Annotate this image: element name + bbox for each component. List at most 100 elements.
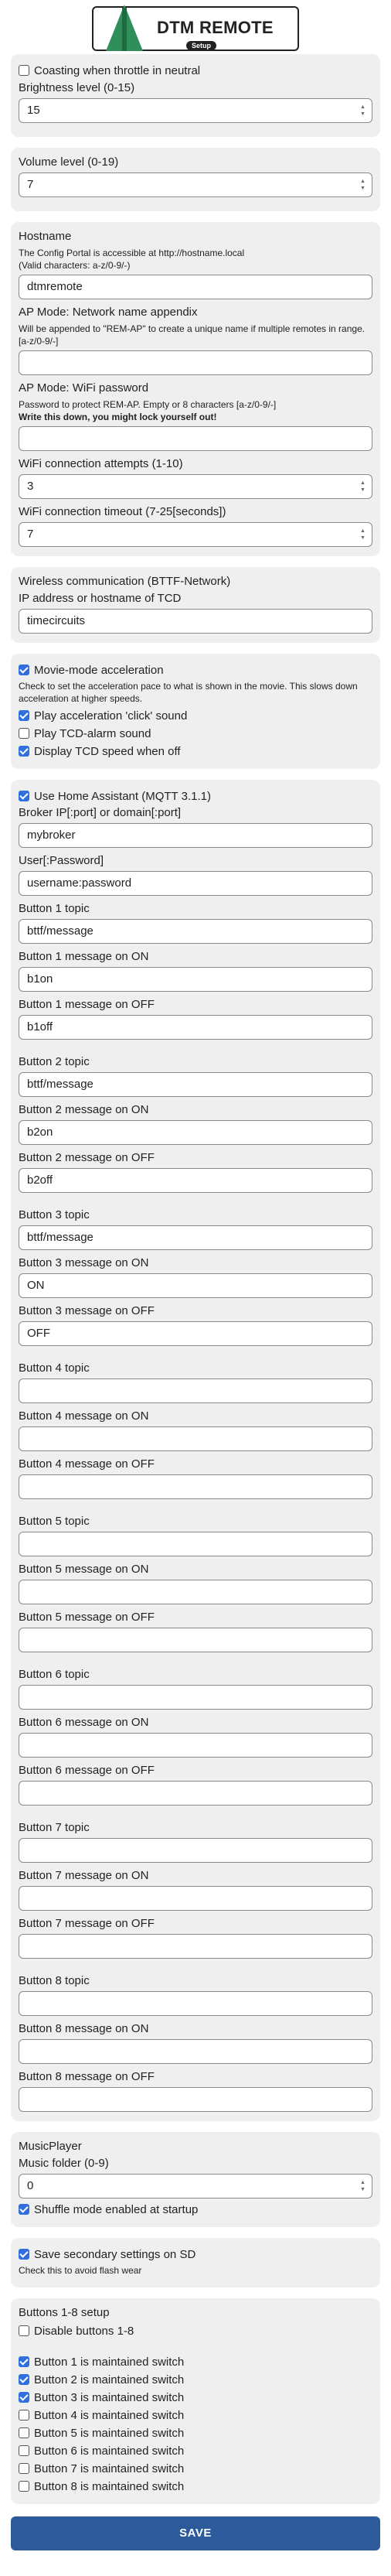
maintained-switch-row-5[interactable]: Button 5 is maintained switch [19,2425,372,2441]
tcd-ip-input[interactable]: timecircuits [19,609,372,634]
shuffle-checkbox[interactable] [19,2204,29,2215]
button-1-off-input[interactable]: b1off [19,1015,372,1040]
coasting-checkbox[interactable] [19,65,29,76]
button-5-topic-input[interactable] [19,1532,372,1556]
stepper-icon[interactable]: ▲ ▼ [359,480,367,494]
button-2-off-input[interactable]: b2off [19,1168,372,1193]
tcd-ip-label: IP address or hostname of TCD [19,592,182,605]
ap-name-input[interactable] [19,350,372,375]
save-button[interactable]: SAVE [11,2516,380,2550]
brightness-input[interactable]: 15 ▲ ▼ [19,98,372,123]
button-7-topic-input[interactable] [19,1838,372,1863]
button-8-off-input[interactable] [19,2087,372,2112]
broker-input[interactable]: mybroker [19,823,372,848]
movie-accel-checkbox[interactable] [19,664,29,675]
ap-password-input[interactable] [19,426,372,451]
stepper-icon[interactable]: ▲ ▼ [359,2180,367,2193]
wifi-timeout-input[interactable]: 7 ▲ ▼ [19,522,372,547]
button-1-topic-input[interactable]: bttf/message [19,919,372,944]
button-3-topic-input[interactable]: bttf/message [19,1225,372,1250]
maintained-switch-checkbox-4[interactable] [19,2410,29,2421]
button-6-off-label: Button 6 message on OFF [19,1764,155,1777]
buttons-setup-title: Buttons 1-8 setup [19,2306,110,2319]
button-8-on-label: Button 8 message on ON [19,2022,149,2035]
mqtt-use-row[interactable]: Use Home Assistant (MQTT 3.1.1) [19,788,372,804]
button-6-off-input[interactable] [19,1781,372,1806]
wifi-attempts-label: WiFi connection attempts (1-10) [19,457,183,470]
maintained-switch-checkbox-3[interactable] [19,2392,29,2403]
button-7-on-input[interactable] [19,1886,372,1911]
maintained-switch-checkbox-1[interactable] [19,2356,29,2367]
stepper-icon[interactable]: ▲ ▼ [359,528,367,542]
maintained-switch-row-2[interactable]: Button 2 is maintained switch [19,2372,372,2387]
button-5-on-label: Button 5 message on ON [19,1563,149,1576]
section-volume: Volume level (0-19) 7 ▲ ▼ [11,148,380,211]
button-3-on-input[interactable]: ON [19,1273,372,1298]
button-1-on-input[interactable]: b1on [19,967,372,992]
alarm-sound-row[interactable]: Play TCD-alarm sound [19,726,372,741]
hostname-input[interactable]: dtmremote [19,275,372,299]
mqtt-use-label: Use Home Assistant (MQTT 3.1.1) [34,789,211,803]
maintained-switch-row-3[interactable]: Button 3 is maintained switch [19,2390,372,2405]
button-3-topic-label: Button 3 topic [19,1208,90,1221]
maintained-switch-checkbox-6[interactable] [19,2445,29,2456]
button-4-topic-label: Button 4 topic [19,1361,90,1375]
tcd-speed-checkbox[interactable] [19,746,29,757]
click-sound-checkbox[interactable] [19,710,29,721]
maintained-switch-checkbox-8[interactable] [19,2481,29,2492]
music-folder-input[interactable]: 0 ▲ ▼ [19,2174,372,2198]
button-4-off-input[interactable] [19,1474,372,1499]
stepper-icon[interactable]: ▲ ▼ [359,179,367,192]
maintained-switch-row-7[interactable]: Button 7 is maintained switch [19,2461,372,2476]
button-5-off-input[interactable] [19,1628,372,1652]
disable-buttons-row[interactable]: Disable buttons 1-8 [19,2323,372,2339]
button-3-off-input[interactable]: OFF [19,1321,372,1346]
movie-accel-row[interactable]: Movie-mode acceleration [19,662,372,678]
button-4-off-label: Button 4 message on OFF [19,1457,155,1471]
button-2-topic-input[interactable]: bttf/message [19,1072,372,1097]
mqtt-button-group: Button 5 topic Button 5 message on ON Butt… [19,1515,372,1652]
alarm-sound-checkbox[interactable] [19,728,29,739]
button-8-on-input[interactable] [19,2039,372,2064]
coasting-checkbox-row[interactable]: Coasting when throttle in neutral [19,63,372,78]
mqtt-use-checkbox[interactable] [19,791,29,801]
maintained-switch-label-5: Button 5 is maintained switch [34,2426,185,2440]
sd-save-hint: Check this to avoid flash wear [19,2265,142,2276]
click-sound-row[interactable]: Play acceleration 'click' sound [19,708,372,723]
button-6-on-input[interactable] [19,1733,372,1758]
button-6-topic-input[interactable] [19,1685,372,1710]
sd-save-checkbox[interactable] [19,2249,29,2260]
user-input[interactable]: username:password [19,871,372,896]
wifi-attempts-input[interactable]: 3 ▲ ▼ [19,474,372,499]
button-4-on-label: Button 4 message on ON [19,1409,149,1423]
button-5-on-input[interactable] [19,1580,372,1604]
stepper-icon[interactable]: ▲ ▼ [359,104,367,118]
header: DTM REMOTE Setup [11,0,380,54]
button-8-topic-input[interactable] [19,1991,372,2016]
maintained-switch-checkbox-5[interactable] [19,2427,29,2438]
shuffle-row[interactable]: Shuffle mode enabled at startup [19,2202,372,2217]
disable-buttons-checkbox[interactable] [19,2325,29,2336]
logo-subtitle: Setup [186,41,217,50]
movie-accel-label: Movie-mode acceleration [34,663,164,677]
maintained-switch-row-4[interactable]: Button 4 is maintained switch [19,2407,372,2423]
section-sd: Save secondary settings on SD Check this… [11,2238,380,2287]
maintained-switch-checkbox-7[interactable] [19,2463,29,2474]
maintained-switch-row-8[interactable]: Button 8 is maintained switch [19,2479,372,2494]
brightness-label: Brightness level (0-15) [19,81,135,94]
section-bttf-network: Wireless communication (BTTF-Network) IP… [11,567,380,643]
button-4-on-input[interactable] [19,1426,372,1451]
tcd-speed-row[interactable]: Display TCD speed when off [19,743,372,759]
maintained-switch-checkbox-2[interactable] [19,2374,29,2385]
shuffle-label: Shuffle mode enabled at startup [34,2202,199,2216]
button-3-off-label: Button 3 message on OFF [19,1304,155,1317]
click-sound-label: Play acceleration 'click' sound [34,709,188,723]
section-network: Hostname The Config Portal is accessible… [11,222,380,556]
maintained-switch-row-1[interactable]: Button 1 is maintained switch [19,2354,372,2369]
button-2-on-input[interactable]: b2on [19,1120,372,1145]
button-7-off-input[interactable] [19,1934,372,1959]
volume-input[interactable]: 7 ▲ ▼ [19,173,372,197]
maintained-switch-row-6[interactable]: Button 6 is maintained switch [19,2443,372,2458]
button-4-topic-input[interactable] [19,1379,372,1403]
sd-save-row[interactable]: Save secondary settings on SD [19,2246,372,2262]
